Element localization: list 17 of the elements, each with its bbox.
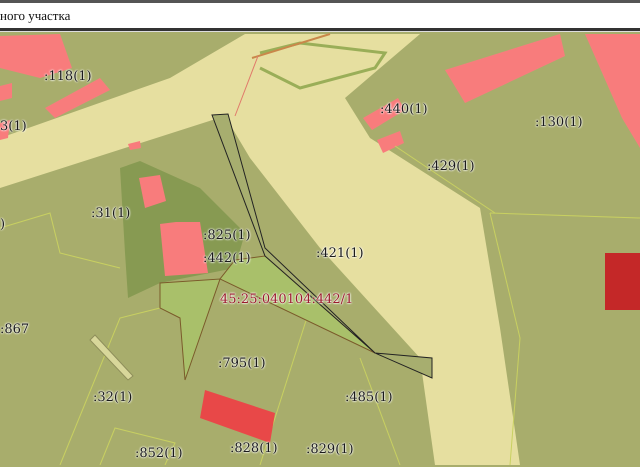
parcel-label: :421(1) — [316, 246, 364, 262]
parcel-label: :867 — [0, 322, 30, 338]
parcel-label: :440(1) — [380, 102, 428, 118]
parcel-label: :118(1) — [44, 69, 92, 85]
parcel-label: :32(1) — [93, 390, 132, 406]
header-title: ного участка — [0, 6, 70, 25]
parcel-label: ) — [0, 217, 6, 233]
parcel-label: :795(1) — [218, 356, 266, 372]
parcel-label: :130(1) — [535, 115, 583, 131]
parcel-label: :825(1) — [203, 228, 251, 244]
parcel-label: :828(1) — [230, 441, 278, 457]
parcel-label: :852(1) — [135, 446, 183, 462]
parcel-label: :429(1) — [427, 159, 475, 175]
parcel-label: :31(1) — [91, 206, 130, 222]
parcel-label: :829(1) — [306, 442, 354, 458]
parcel-label: :485(1) — [345, 390, 393, 406]
parcel-label: 3(1) — [0, 119, 27, 135]
